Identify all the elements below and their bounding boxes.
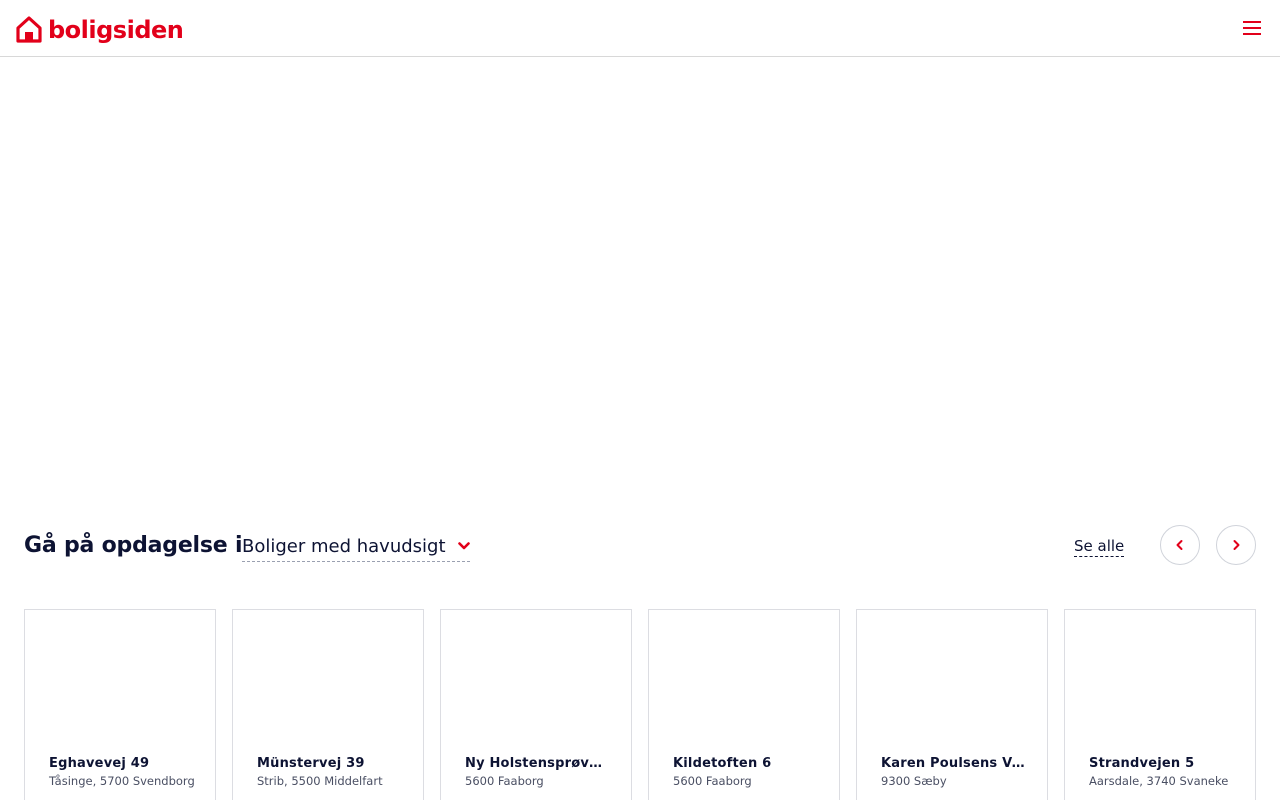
see-all-link[interactable]: Se alle: [1074, 536, 1125, 557]
chevron-right-icon: [1233, 540, 1240, 550]
listing-street: Strandvejen 5: [1089, 756, 1195, 771]
listing-image: [25, 610, 215, 745]
listing-location: 5600 Faaborg: [465, 774, 544, 788]
listing-street: Münstervej 39: [257, 756, 365, 771]
logo-wordmark: boligsiden: [48, 16, 184, 44]
hero-area: [0, 57, 1280, 497]
listing-card[interactable]: Karen Poulsens Vej... 9300 Sæby: [856, 609, 1048, 800]
carousel-next-button[interactable]: [1216, 525, 1256, 565]
listing-card[interactable]: Kildetoften 6 5600 Faaborg: [648, 609, 840, 800]
house-logo-icon: [16, 16, 42, 43]
listing-location: Aarsdale, 3740 Svaneke: [1089, 774, 1229, 788]
category-select-value: Boliger med havudsigt: [242, 536, 446, 557]
listing-card[interactable]: Strandvejen 5 Aarsdale, 3740 Svaneke: [1064, 609, 1256, 800]
listing-image: [233, 610, 423, 745]
listing-image: [649, 610, 839, 745]
carousel-prev-button[interactable]: [1160, 525, 1200, 565]
hamburger-menu-icon: [1243, 21, 1261, 35]
category-select[interactable]: Boliger med havudsigt: [242, 533, 470, 562]
listing-location: 5600 Faaborg: [673, 774, 752, 788]
listing-location: Tåsinge, 5700 Svendborg: [49, 774, 195, 788]
listing-street: Eghavevej 49: [49, 756, 150, 771]
chevron-left-icon: [1176, 540, 1183, 550]
listing-street: Karen Poulsens Vej...: [881, 756, 1025, 771]
boligsiden-logo[interactable]: boligsiden: [16, 12, 184, 44]
explore-title: Gå på opdagelse i: [24, 533, 243, 558]
listing-location: 9300 Sæby: [881, 774, 947, 788]
site-header: boligsiden: [0, 0, 1280, 57]
listing-image: [1065, 610, 1255, 745]
listing-image: [857, 610, 1047, 745]
listing-card[interactable]: Ny Holstensprøve 8 5600 Faaborg: [440, 609, 632, 800]
listing-card[interactable]: Münstervej 39 Strib, 5500 Middelfart: [232, 609, 424, 800]
listing-street: Ny Holstensprøve 8: [465, 756, 609, 771]
listing-card[interactable]: Eghavevej 49 Tåsinge, 5700 Svendborg: [24, 609, 216, 800]
menu-button[interactable]: [1240, 18, 1264, 38]
listing-location: Strib, 5500 Middelfart: [257, 774, 383, 788]
chevron-down-icon: [458, 542, 470, 550]
listing-image: [441, 610, 631, 745]
listing-street: Kildetoften 6: [673, 756, 772, 771]
